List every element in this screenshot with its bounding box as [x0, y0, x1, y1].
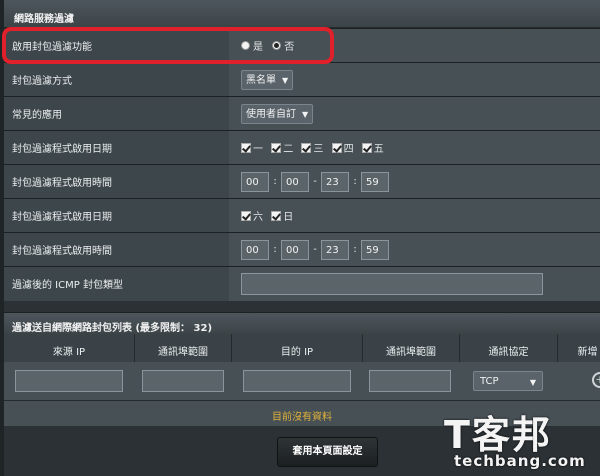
apply-settings-button[interactable]: 套用本頁面設定: [277, 437, 378, 467]
filter-mode-value: 黑名單: [246, 74, 276, 86]
col-source-port-range: 通訊埠範圍: [134, 334, 231, 362]
icmp-type-input[interactable]: [241, 272, 543, 295]
enable-yes-label: 是: [253, 42, 263, 53]
day-tue-label: 二: [283, 144, 294, 155]
settings-row-common-app: 常見的應用 使用者自訂 ▼: [4, 96, 600, 131]
watermark-logo: T客邦 techbang.com: [436, 404, 600, 476]
weekday-end-minute-input[interactable]: 59: [361, 171, 389, 192]
filter-settings-table: 啟用封包過濾功能 是 否 封包過濾方式 黑名單 ▼ 常見的應用 使用者自訂 ▼ 封包…: [4, 28, 600, 301]
col-dest-ip: 目的 IP: [231, 334, 362, 362]
time-separator: :: [273, 176, 277, 187]
dest-ip-input[interactable]: [243, 370, 351, 392]
icmp-type-label: 過濾後的 ICMP 封包類型: [4, 266, 229, 301]
common-app-select[interactable]: 使用者自訂 ▼: [241, 103, 314, 124]
filter-list-title: 過濾送自網際網路封包列表 (最多限制： 32): [4, 312, 600, 334]
protocol-select[interactable]: TCP ▼: [473, 371, 543, 391]
day-sun-label: 日: [283, 212, 294, 223]
enable-no-label: 否: [284, 42, 295, 53]
time-separator: :: [353, 176, 357, 187]
enable-no-radio[interactable]: [272, 41, 282, 50]
settings-row-icmp: 過濾後的 ICMP 封包類型: [4, 266, 600, 301]
source-port-range-input[interactable]: [142, 370, 224, 392]
settings-row-enable: 啟用封包過濾功能 是 否: [4, 28, 600, 63]
day-mon-checkbox[interactable]: [241, 142, 251, 153]
weekend-end-minute-input[interactable]: 59: [361, 239, 389, 260]
section-title: 網路服務過濾: [4, 0, 600, 28]
weekend-start-hour-input[interactable]: 00: [241, 239, 269, 260]
weekday-times-label: 封包過濾程式啟用時間: [4, 164, 229, 199]
settings-row-weekend-times: 封包過濾程式啟用時間 00:00-23:59: [4, 232, 600, 267]
filter-list-header: 來源 IP 通訊埠範圍 目的 IP 通訊埠範圍 通訊協定 新增: [4, 334, 600, 362]
settings-row-weekday-dates: 封包過濾程式啟用日期 一 二 三 四 五: [4, 130, 600, 165]
weekday-start-hour-input[interactable]: 00: [241, 171, 269, 192]
time-separator: :: [353, 244, 357, 255]
day-sat-checkbox[interactable]: [241, 210, 251, 221]
day-tue-checkbox[interactable]: [271, 142, 282, 153]
common-app-label: 常見的應用: [4, 96, 229, 131]
day-sun-checkbox[interactable]: [271, 210, 282, 221]
day-wed-label: 三: [313, 144, 324, 155]
weekend-start-minute-input[interactable]: 00: [281, 239, 309, 260]
common-app-value: 使用者自訂: [246, 108, 296, 120]
weekday-start-minute-input[interactable]: 00: [281, 171, 309, 192]
weekend-end-hour-input[interactable]: 23: [321, 239, 349, 260]
settings-row-weekday-times: 封包過濾程式啟用時間 00:00-23:59: [4, 164, 600, 199]
weekend-times-label: 封包過濾程式啟用時間: [4, 232, 229, 267]
filter-mode-label: 封包過濾方式: [4, 62, 229, 97]
day-wed-checkbox[interactable]: [301, 142, 312, 153]
enable-yes-radio[interactable]: [241, 41, 250, 50]
col-source-ip: 來源 IP: [52, 347, 86, 358]
watermark-url: techbang.com: [454, 452, 586, 470]
filter-mode-select[interactable]: 黑名單 ▼: [241, 69, 294, 90]
day-fri-checkbox[interactable]: [361, 142, 372, 153]
col-add: 新增: [557, 334, 600, 362]
enable-filter-label: 啟用封包過濾功能: [4, 28, 229, 63]
day-sat-label: 六: [253, 212, 263, 223]
filter-list-input-row: TCP ▼ +: [4, 362, 600, 400]
protocol-value: TCP: [480, 376, 499, 387]
weekday-dates-label: 封包過濾程式啟用日期: [4, 130, 229, 165]
day-fri-label: 五: [373, 144, 384, 155]
col-dest-port-range: 通訊埠範圍: [362, 334, 459, 362]
dest-port-range-input[interactable]: [369, 370, 451, 392]
add-icon[interactable]: +: [592, 372, 600, 388]
chevron-down-icon: ▼: [529, 378, 536, 387]
chevron-down-icon: ▼: [302, 109, 309, 119]
day-thu-label: 四: [343, 144, 354, 155]
weekend-dates-label: 封包過濾程式啟用日期: [4, 198, 229, 233]
time-range-separator: -: [313, 176, 317, 187]
watermark-text: T客邦: [444, 413, 552, 457]
source-ip-input[interactable]: [15, 370, 123, 392]
chevron-down-icon: ▼: [282, 75, 289, 85]
time-range-separator: -: [313, 244, 317, 255]
weekday-end-hour-input[interactable]: 23: [321, 171, 349, 192]
col-protocol: 通訊協定: [459, 334, 557, 362]
settings-row-weekend-dates: 封包過濾程式啟用日期 六 日: [4, 198, 600, 233]
day-thu-checkbox[interactable]: [331, 142, 342, 153]
day-mon-label: 一: [253, 144, 263, 155]
settings-row-filter-mode: 封包過濾方式 黑名單 ▼: [4, 62, 600, 97]
time-separator: :: [273, 244, 277, 255]
